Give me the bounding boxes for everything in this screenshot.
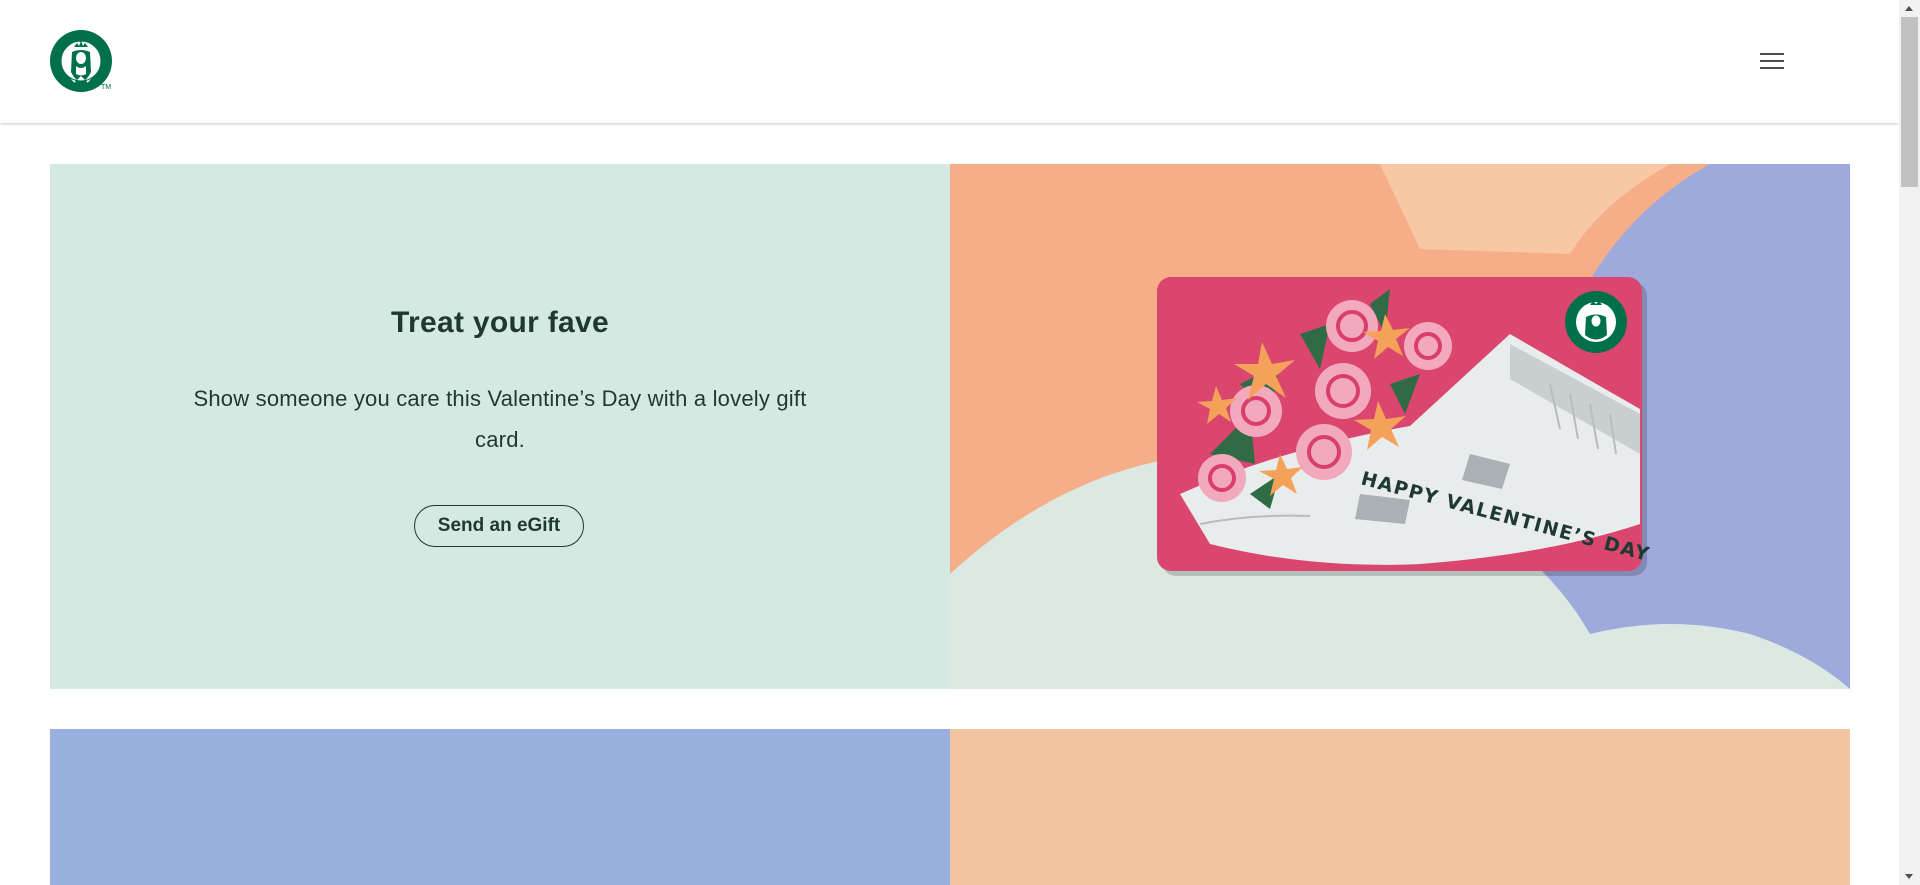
valentines-hero: Treat your fave Show someone you care th… [50,164,1850,689]
page: TM Treat your fave Show someone you care… [0,0,1920,885]
vertical-scrollbar[interactable] [1899,0,1920,885]
starbucks-logo[interactable] [50,30,112,92]
trademark-label: TM [101,84,112,91]
hero-image-panel: HAPPY VALENTINE’S DAY [950,164,1850,689]
hero-text-panel: Treat your fave Show someone you care th… [50,164,950,689]
hamburger-menu-icon[interactable] [1756,50,1788,74]
global-header: TM [0,0,1899,123]
promo-tile-right [950,729,1850,885]
promo-tile-left [50,729,950,885]
menu-line [1760,67,1784,69]
scroll-up-arrow-icon[interactable] [1899,0,1920,17]
hero-body: Show someone you care this Valentine’s D… [193,386,807,452]
secondary-promo-row [50,729,1850,885]
menu-line [1760,53,1784,55]
scrollbar-thumb[interactable] [1901,17,1918,187]
scroll-down-arrow-icon[interactable] [1899,868,1920,885]
send-egift-button[interactable]: Send an eGift [414,505,584,547]
valentines-gift-card-image: HAPPY VALENTINE’S DAY [950,164,1850,689]
menu-line [1760,60,1784,62]
hero-title: Treat your fave [391,306,609,339]
siren-logo-icon [50,30,112,92]
